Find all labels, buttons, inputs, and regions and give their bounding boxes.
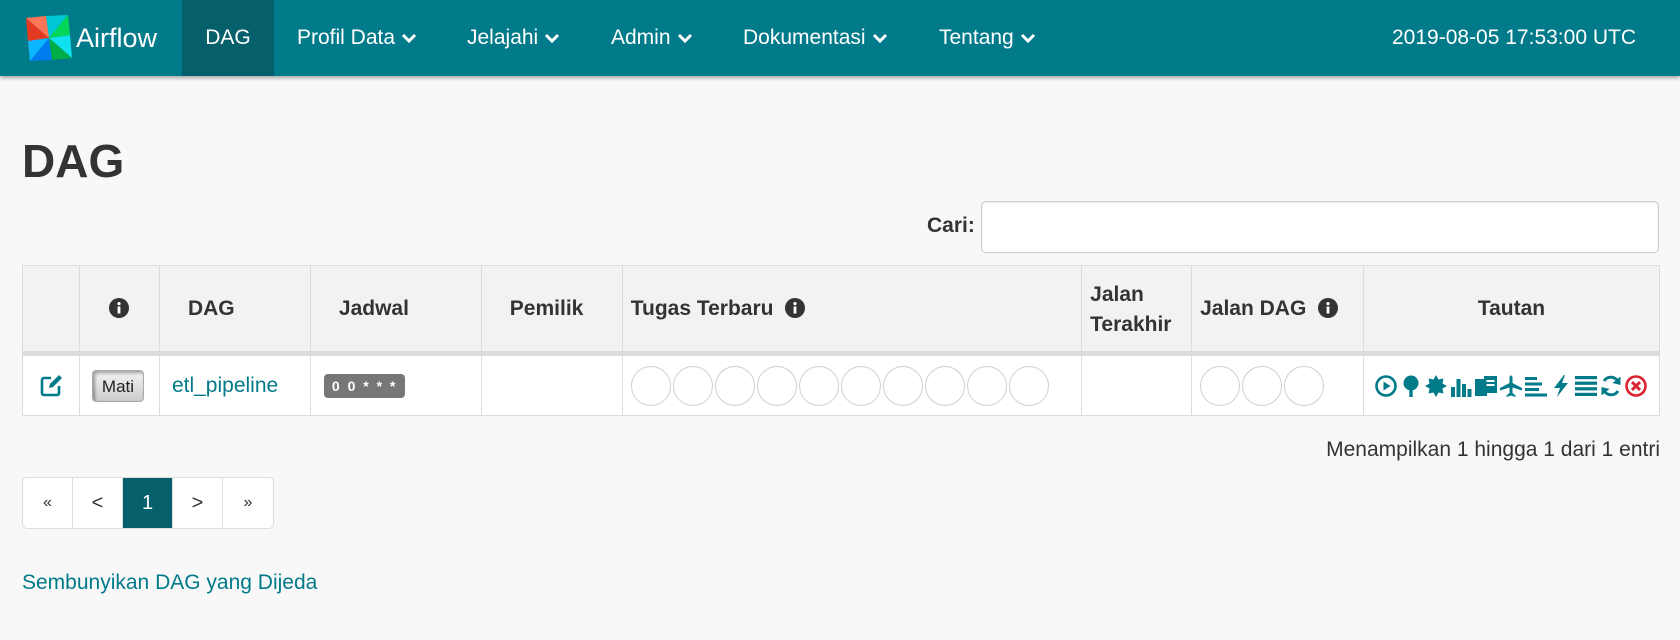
hide-paused-dags-link[interactable]: Sembunyikan DAG yang Dijeda bbox=[22, 571, 317, 595]
info-circle-icon[interactable] bbox=[109, 297, 130, 318]
chevron-down-icon bbox=[677, 33, 692, 44]
header-recent-tasks-label: Tugas Terbaru bbox=[630, 296, 774, 320]
nav-tentang-label: Tentang bbox=[939, 26, 1014, 49]
cell-owner bbox=[480, 353, 623, 416]
chevron-down-icon bbox=[545, 33, 560, 44]
task-state-circle[interactable] bbox=[798, 365, 839, 406]
header-info bbox=[78, 265, 160, 356]
table-header-row: DAG Jadwal Pemilik Tugas Terbaru Jalan T… bbox=[22, 265, 1661, 356]
brand-name: Airflow bbox=[76, 22, 158, 53]
align-left-icon[interactable] bbox=[1524, 374, 1548, 398]
cell-dag: etl_pipeline bbox=[158, 353, 311, 416]
cell-recent-tasks bbox=[621, 353, 1083, 416]
info-circle-icon[interactable] bbox=[785, 297, 806, 318]
page-first-button[interactable]: « bbox=[23, 478, 73, 528]
task-state-circle[interactable] bbox=[1008, 365, 1049, 406]
bar-chart-icon[interactable] bbox=[1449, 374, 1473, 398]
info-circle-icon[interactable] bbox=[1318, 297, 1339, 318]
cell-toggle: Mati bbox=[78, 353, 160, 416]
page-last-button[interactable]: » bbox=[223, 478, 273, 528]
pause-toggle[interactable]: Mati bbox=[91, 369, 144, 402]
list-icon[interactable] bbox=[1574, 374, 1598, 398]
nav-admin-label: Admin bbox=[611, 26, 671, 49]
navbar: Airflow DAG Profil Data Jelajahi Admin D… bbox=[0, 0, 1680, 76]
cell-last-run bbox=[1081, 353, 1193, 416]
task-state-circle[interactable] bbox=[630, 365, 671, 406]
task-state-circle[interactable] bbox=[840, 365, 881, 406]
dag-run-state-circle[interactable] bbox=[1284, 365, 1325, 406]
header-links: Tautan bbox=[1362, 265, 1661, 356]
page-title: DAG bbox=[22, 135, 125, 187]
table-row: Mati etl_pipeline 0 0 * * * bbox=[22, 353, 1661, 416]
header-owner[interactable]: Pemilik bbox=[480, 265, 623, 356]
edit-icon[interactable] bbox=[39, 374, 63, 398]
page-prev-button[interactable]: < bbox=[73, 478, 123, 528]
dag-run-state-circle[interactable] bbox=[1200, 365, 1241, 406]
gantt-duration-icon[interactable] bbox=[1474, 374, 1498, 398]
header-last-run[interactable]: Jalan Terakhir bbox=[1081, 265, 1193, 356]
tree-icon[interactable] bbox=[1399, 374, 1423, 398]
schedule-badge[interactable]: 0 0 * * * bbox=[323, 374, 406, 398]
task-state-circle[interactable] bbox=[714, 365, 755, 406]
refresh-icon[interactable] bbox=[1599, 374, 1623, 398]
chevron-down-icon bbox=[872, 33, 887, 44]
task-state-circle[interactable] bbox=[756, 365, 797, 406]
play-circle-icon[interactable] bbox=[1374, 374, 1398, 398]
table-info: Menampilkan 1 hingga 1 dari 1 entri bbox=[1326, 438, 1660, 461]
cell-schedule: 0 0 * * * bbox=[309, 353, 482, 416]
task-state-circle[interactable] bbox=[672, 365, 713, 406]
bolt-icon[interactable] bbox=[1549, 374, 1573, 398]
page-next-button[interactable]: > bbox=[173, 478, 223, 528]
nav-admin[interactable]: Admin bbox=[589, 0, 715, 76]
header-last-run-line2: Terakhir bbox=[1090, 313, 1172, 336]
pagination: « < 1 > » bbox=[22, 477, 274, 529]
dag-run-state-circle[interactable] bbox=[1242, 365, 1283, 406]
cell-edit bbox=[22, 353, 80, 416]
task-state-circle[interactable] bbox=[924, 365, 965, 406]
nav-tentang[interactable]: Tentang bbox=[917, 0, 1058, 76]
remove-circle-icon[interactable] bbox=[1624, 374, 1648, 398]
airflow-pinwheel-logo bbox=[26, 15, 72, 61]
chevron-down-icon bbox=[1020, 33, 1035, 44]
cell-dag-runs bbox=[1191, 353, 1364, 416]
brand[interactable]: Airflow bbox=[24, 12, 157, 64]
server-time: 2019-08-05 17:53:00 UTC bbox=[1392, 26, 1636, 49]
dag-id-link[interactable]: etl_pipeline bbox=[172, 374, 278, 397]
header-recent-tasks: Tugas Terbaru bbox=[621, 265, 1083, 356]
nav-jelajahi-label: Jelajahi bbox=[467, 26, 539, 49]
header-dag-runs-label: Jalan DAG bbox=[1200, 296, 1307, 320]
header-schedule[interactable]: Jadwal bbox=[309, 265, 482, 356]
header-edit bbox=[22, 265, 80, 356]
nav-dag[interactable]: DAG bbox=[182, 0, 274, 76]
header-dag[interactable]: DAG bbox=[158, 265, 311, 356]
nav-jelajahi[interactable]: Jelajahi bbox=[445, 0, 582, 76]
nav-profil-data[interactable]: Profil Data bbox=[275, 0, 439, 76]
task-state-circle[interactable] bbox=[882, 365, 923, 406]
nav-dag-label: DAG bbox=[205, 26, 251, 49]
search-label: Cari: bbox=[927, 214, 975, 237]
graph-icon[interactable] bbox=[1424, 374, 1448, 398]
header-dag-runs: Jalan DAG bbox=[1191, 265, 1364, 356]
page-current-button[interactable]: 1 bbox=[123, 478, 173, 528]
nav-dokumentasi[interactable]: Dokumentasi bbox=[721, 0, 910, 76]
nav-dokumentasi-label: Dokumentasi bbox=[743, 26, 866, 49]
chevron-down-icon bbox=[401, 33, 417, 44]
search-input[interactable] bbox=[981, 201, 1659, 253]
plane-landing-icon[interactable] bbox=[1499, 374, 1523, 398]
task-state-circle[interactable] bbox=[966, 365, 1007, 406]
dag-table: DAG Jadwal Pemilik Tugas Terbaru Jalan T… bbox=[22, 265, 1661, 416]
links-group bbox=[1372, 374, 1651, 398]
nav-profil-data-label: Profil Data bbox=[297, 26, 396, 49]
header-last-run-line1: Jalan bbox=[1090, 283, 1144, 306]
cell-links bbox=[1362, 353, 1661, 416]
